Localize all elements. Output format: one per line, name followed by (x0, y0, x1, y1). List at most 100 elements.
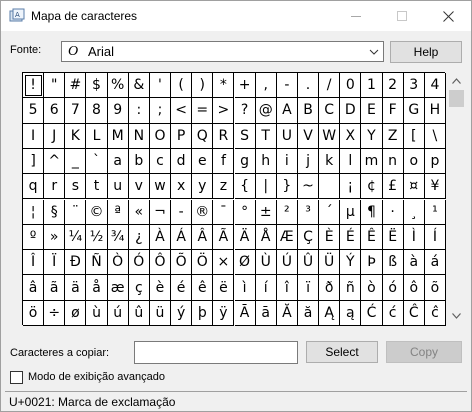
char-cell[interactable]: ¡ (340, 174, 362, 200)
char-cell[interactable]: · (382, 199, 404, 225)
char-cell[interactable]: Ø (234, 250, 256, 276)
char-cell[interactable]: Û (297, 250, 320, 276)
char-cell[interactable]: V (297, 123, 320, 149)
char-cell[interactable]: ý (171, 300, 193, 326)
char-cell[interactable]: ^ (44, 148, 66, 175)
char-cell[interactable]: 8 (86, 98, 108, 124)
char-cell[interactable]: C (319, 98, 341, 124)
select-button[interactable]: Select (306, 341, 378, 363)
char-cell[interactable]: ñ (340, 275, 362, 301)
char-cell[interactable]: , (255, 73, 277, 99)
scroll-up-button[interactable] (447, 72, 465, 90)
char-cell[interactable]: ç (128, 275, 150, 301)
char-cell[interactable]: H (424, 98, 446, 124)
char-cell[interactable]: n (382, 148, 404, 175)
char-cell[interactable]: Ă (276, 300, 298, 326)
char-cell[interactable]: ï (297, 275, 320, 301)
char-cell[interactable]: ; (149, 98, 172, 124)
char-cell[interactable]: s (65, 174, 87, 200)
char-cell[interactable]: ¬ (149, 199, 172, 225)
char-cell[interactable]: k (319, 148, 341, 175)
char-cell[interactable]: ª (107, 199, 129, 225)
char-cell[interactable]: ã (44, 275, 66, 301)
char-cell[interactable]: ' (149, 73, 172, 99)
char-cell[interactable]: - (276, 73, 298, 99)
char-cell[interactable]: Ĉ (403, 300, 425, 326)
char-cell[interactable]: æ (107, 275, 129, 301)
char-cell[interactable]: Ã (213, 224, 235, 251)
char-cell[interactable]: Ê (361, 224, 383, 251)
char-cell[interactable]: W (319, 123, 341, 149)
char-cell[interactable]: Ì (403, 224, 425, 251)
char-cell[interactable]: ê (192, 275, 214, 301)
char-cell[interactable]: ¤ (403, 174, 425, 200)
char-cell[interactable]: & (128, 73, 150, 99)
char-cell[interactable]: Ą (319, 300, 341, 326)
char-cell[interactable]: b (128, 148, 150, 175)
char-cell[interactable]: / (319, 73, 341, 99)
char-cell[interactable]: i (276, 148, 298, 175)
char-cell[interactable]: $ (86, 73, 108, 99)
char-cell[interactable]: é (171, 275, 193, 301)
char-cell[interactable]: ] (23, 148, 45, 175)
char-cell[interactable]: . (297, 73, 320, 99)
char-cell[interactable]: X (340, 123, 362, 149)
char-cell[interactable]: F (382, 98, 404, 124)
char-cell[interactable]: u (107, 174, 129, 200)
char-cell[interactable]: ± (255, 199, 277, 225)
character-grid[interactable]: ! " # $% & '() * +, -./0 1 2 3 4 5 6 7 8 9:; < = >? @ A B C D E F G H… (22, 72, 446, 326)
char-cell[interactable]: e (192, 148, 214, 175)
char-cell[interactable]: P (171, 123, 193, 149)
char-cell[interactable]: S (234, 123, 256, 149)
char-cell[interactable]: Õ (171, 250, 193, 276)
char-cell[interactable]: ½ (86, 224, 108, 251)
char-cell[interactable]: µ (340, 199, 362, 225)
char-cell[interactable]: â (23, 275, 45, 301)
char-cell[interactable]: 6 (44, 98, 66, 124)
char-cell[interactable]: w (149, 174, 172, 200)
char-cell[interactable]: K (65, 123, 87, 149)
char-cell[interactable]: Z (382, 123, 404, 149)
char-cell[interactable]: v (128, 174, 150, 200)
char-cell[interactable]: ú (107, 300, 129, 326)
char-cell[interactable]: É (340, 224, 362, 251)
char-cell[interactable]: Ö (192, 250, 214, 276)
char-cell[interactable]: ¨ (65, 199, 87, 225)
char-cell[interactable]: < (171, 98, 193, 124)
char-cell[interactable]: j (297, 148, 320, 175)
minimize-button[interactable] (333, 1, 379, 31)
char-cell[interactable]: Ò (107, 250, 129, 276)
char-cell[interactable]: ì (234, 275, 256, 301)
char-cell[interactable]: Ï (44, 250, 66, 276)
char-cell[interactable]: L (86, 123, 108, 149)
char-cell[interactable]: p (424, 148, 446, 175)
char-cell[interactable]: Q (192, 123, 214, 149)
char-cell[interactable]: Ó (128, 250, 150, 276)
char-cell[interactable]: m (361, 148, 383, 175)
char-cell[interactable]: g (234, 148, 256, 175)
char-cell[interactable]: å (86, 275, 108, 301)
char-cell[interactable]: È (319, 224, 341, 251)
char-cell[interactable]: d (171, 148, 193, 175)
char-cell[interactable]: ¹ (424, 199, 446, 225)
char-cell[interactable]: 3 (403, 73, 425, 99)
char-cell[interactable]: c (149, 148, 172, 175)
char-cell[interactable]: G (403, 98, 425, 124)
char-cell[interactable]: Â (192, 224, 214, 251)
char-cell[interactable]: £ (382, 174, 404, 200)
char-cell[interactable]: O (149, 123, 172, 149)
char-cell[interactable]: ¿ (128, 224, 150, 251)
char-cell[interactable]: y (192, 174, 214, 200)
char-cell[interactable]: Ā (234, 300, 256, 326)
char-cell[interactable]: f (213, 148, 235, 175)
char-cell[interactable]: 2 (382, 73, 404, 99)
char-cell[interactable]: h (255, 148, 277, 175)
char-cell[interactable]: á (424, 250, 446, 276)
font-dropdown[interactable]: O Arial (61, 41, 384, 62)
char-cell[interactable]: è (149, 275, 172, 301)
char-cell[interactable]: ³ (297, 199, 320, 225)
char-cell[interactable]: ô (403, 275, 425, 301)
char-cell[interactable]: U (276, 123, 298, 149)
char-cell[interactable]: × (213, 250, 235, 276)
char-cell[interactable]: ¦ (23, 199, 45, 225)
